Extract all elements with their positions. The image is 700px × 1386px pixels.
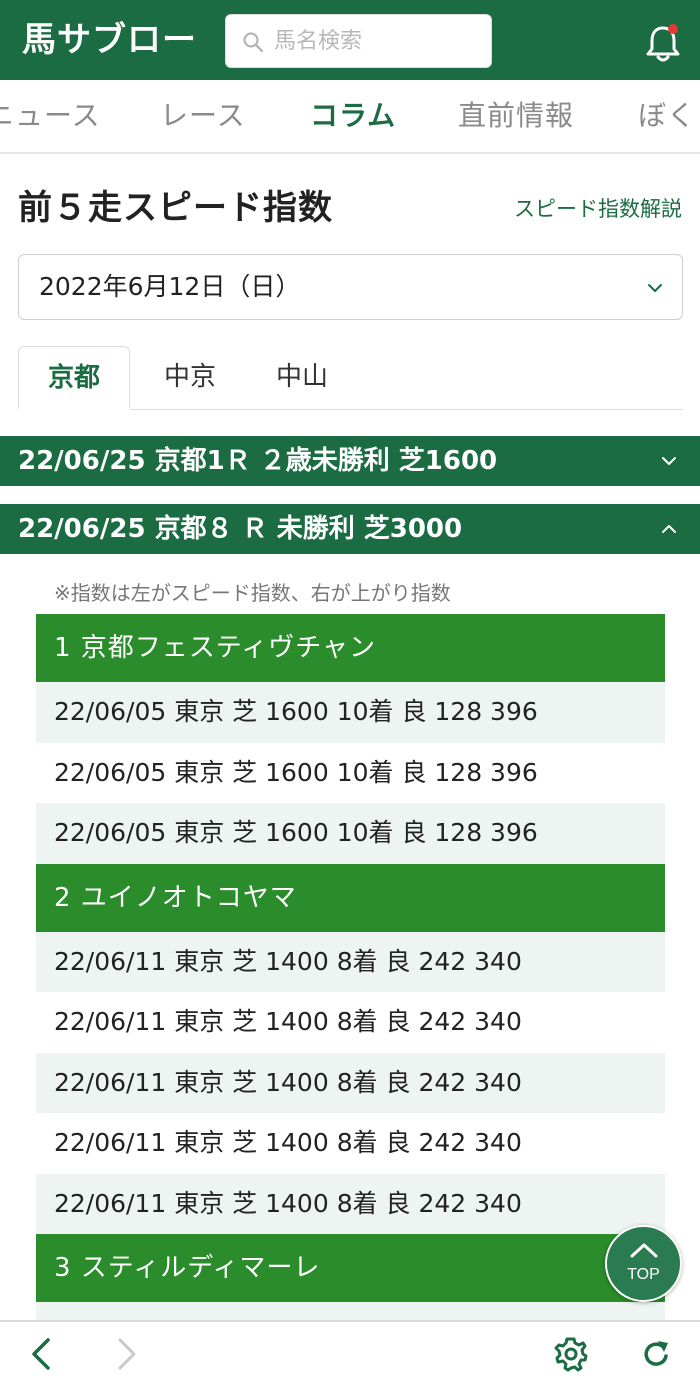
venue-tabs: 京都 中京 中山 bbox=[18, 346, 683, 410]
horse-list: 1 京都フェスティヴチャン 22/06/05 東京 芝 1600 10着 良 1… bbox=[36, 614, 665, 1322]
run-row: 22/06/05 東京 芝 1600 10着 良 128 396 bbox=[36, 803, 665, 864]
speed-index-help-link[interactable]: スピード指数解説 bbox=[514, 194, 682, 224]
race-bar-kyoto-8r[interactable]: 22/06/25 京都８ Ｒ 未勝利 芝3000 bbox=[0, 504, 700, 554]
tab-column[interactable]: コラム bbox=[310, 80, 396, 152]
run-row: 22/06/11 東京 芝 1400 8着 良 242 340 bbox=[36, 931, 665, 992]
gear-icon[interactable] bbox=[553, 1336, 589, 1372]
app-logo[interactable]: 馬サブロー bbox=[22, 18, 197, 62]
horse-header[interactable]: 2 ユイノオトコヤマ bbox=[36, 863, 665, 932]
browser-toolbar bbox=[0, 1320, 700, 1386]
venue-tab-nakayama[interactable]: 中山 bbox=[252, 346, 352, 410]
tab-news[interactable]: ニュース bbox=[0, 80, 101, 152]
chevron-up-icon bbox=[630, 1243, 658, 1258]
run-row bbox=[36, 1302, 665, 1322]
date-select[interactable]: 2022年6月12日（日） bbox=[18, 254, 683, 320]
venue-tab-kyoto[interactable]: 京都 bbox=[18, 346, 130, 410]
horse-header[interactable]: 1 京都フェスティヴチャン bbox=[36, 614, 665, 682]
race-title: 22/06/25 京都８ Ｒ 未勝利 芝3000 bbox=[18, 514, 463, 544]
run-row: 22/06/05 東京 芝 1600 10着 良 128 396 bbox=[36, 682, 665, 743]
race-title: 22/06/25 京都1Ｒ ２歳未勝利 芝1600 bbox=[18, 446, 498, 476]
date-select-value: 2022年6月12日（日） bbox=[39, 272, 301, 301]
notification-bell-icon[interactable] bbox=[644, 22, 682, 64]
run-row: 22/06/11 東京 芝 1400 8着 良 242 340 bbox=[36, 1173, 665, 1234]
run-row: 22/06/11 東京 芝 1400 8着 良 242 340 bbox=[36, 992, 665, 1053]
tab-boku[interactable]: ぼく bbox=[638, 80, 696, 152]
tab-prerace-info[interactable]: 直前情報 bbox=[458, 80, 574, 152]
tab-race[interactable]: レース bbox=[160, 80, 246, 152]
page-title: 前５走スピード指数 bbox=[18, 188, 333, 228]
horse-header[interactable]: 3 スティルディマーレ bbox=[36, 1234, 665, 1302]
notification-dot bbox=[668, 24, 678, 34]
search-input[interactable] bbox=[274, 15, 484, 67]
venue-tab-chukyo[interactable]: 中京 bbox=[140, 346, 240, 410]
run-row: 22/06/11 東京 芝 1400 8着 良 242 340 bbox=[36, 1052, 665, 1113]
run-row: 22/06/05 東京 芝 1600 10着 良 128 396 bbox=[36, 742, 665, 803]
back-arrow-icon[interactable] bbox=[24, 1336, 60, 1372]
run-row: 22/06/11 東京 芝 1400 8着 良 242 340 bbox=[36, 1113, 665, 1174]
chevron-down-icon bbox=[648, 284, 662, 292]
category-tabs: ニュース レース コラム 直前情報 ぼく bbox=[0, 80, 700, 154]
race-bar-kyoto-1r[interactable]: 22/06/25 京都1Ｒ ２歳未勝利 芝1600 bbox=[0, 436, 700, 486]
scroll-top-button[interactable]: TOP bbox=[605, 1225, 682, 1302]
search-icon bbox=[243, 32, 264, 53]
index-note: ※指数は左がスピード指数、右が上がり指数 bbox=[54, 581, 451, 605]
scroll-top-label: TOP bbox=[627, 1266, 660, 1283]
chevron-down-icon bbox=[662, 457, 676, 465]
reload-icon[interactable] bbox=[638, 1336, 674, 1372]
forward-arrow-icon[interactable] bbox=[108, 1336, 144, 1372]
chevron-up-icon bbox=[662, 525, 676, 533]
app-header: 馬サブロー bbox=[0, 0, 700, 80]
search-box[interactable] bbox=[225, 14, 492, 68]
